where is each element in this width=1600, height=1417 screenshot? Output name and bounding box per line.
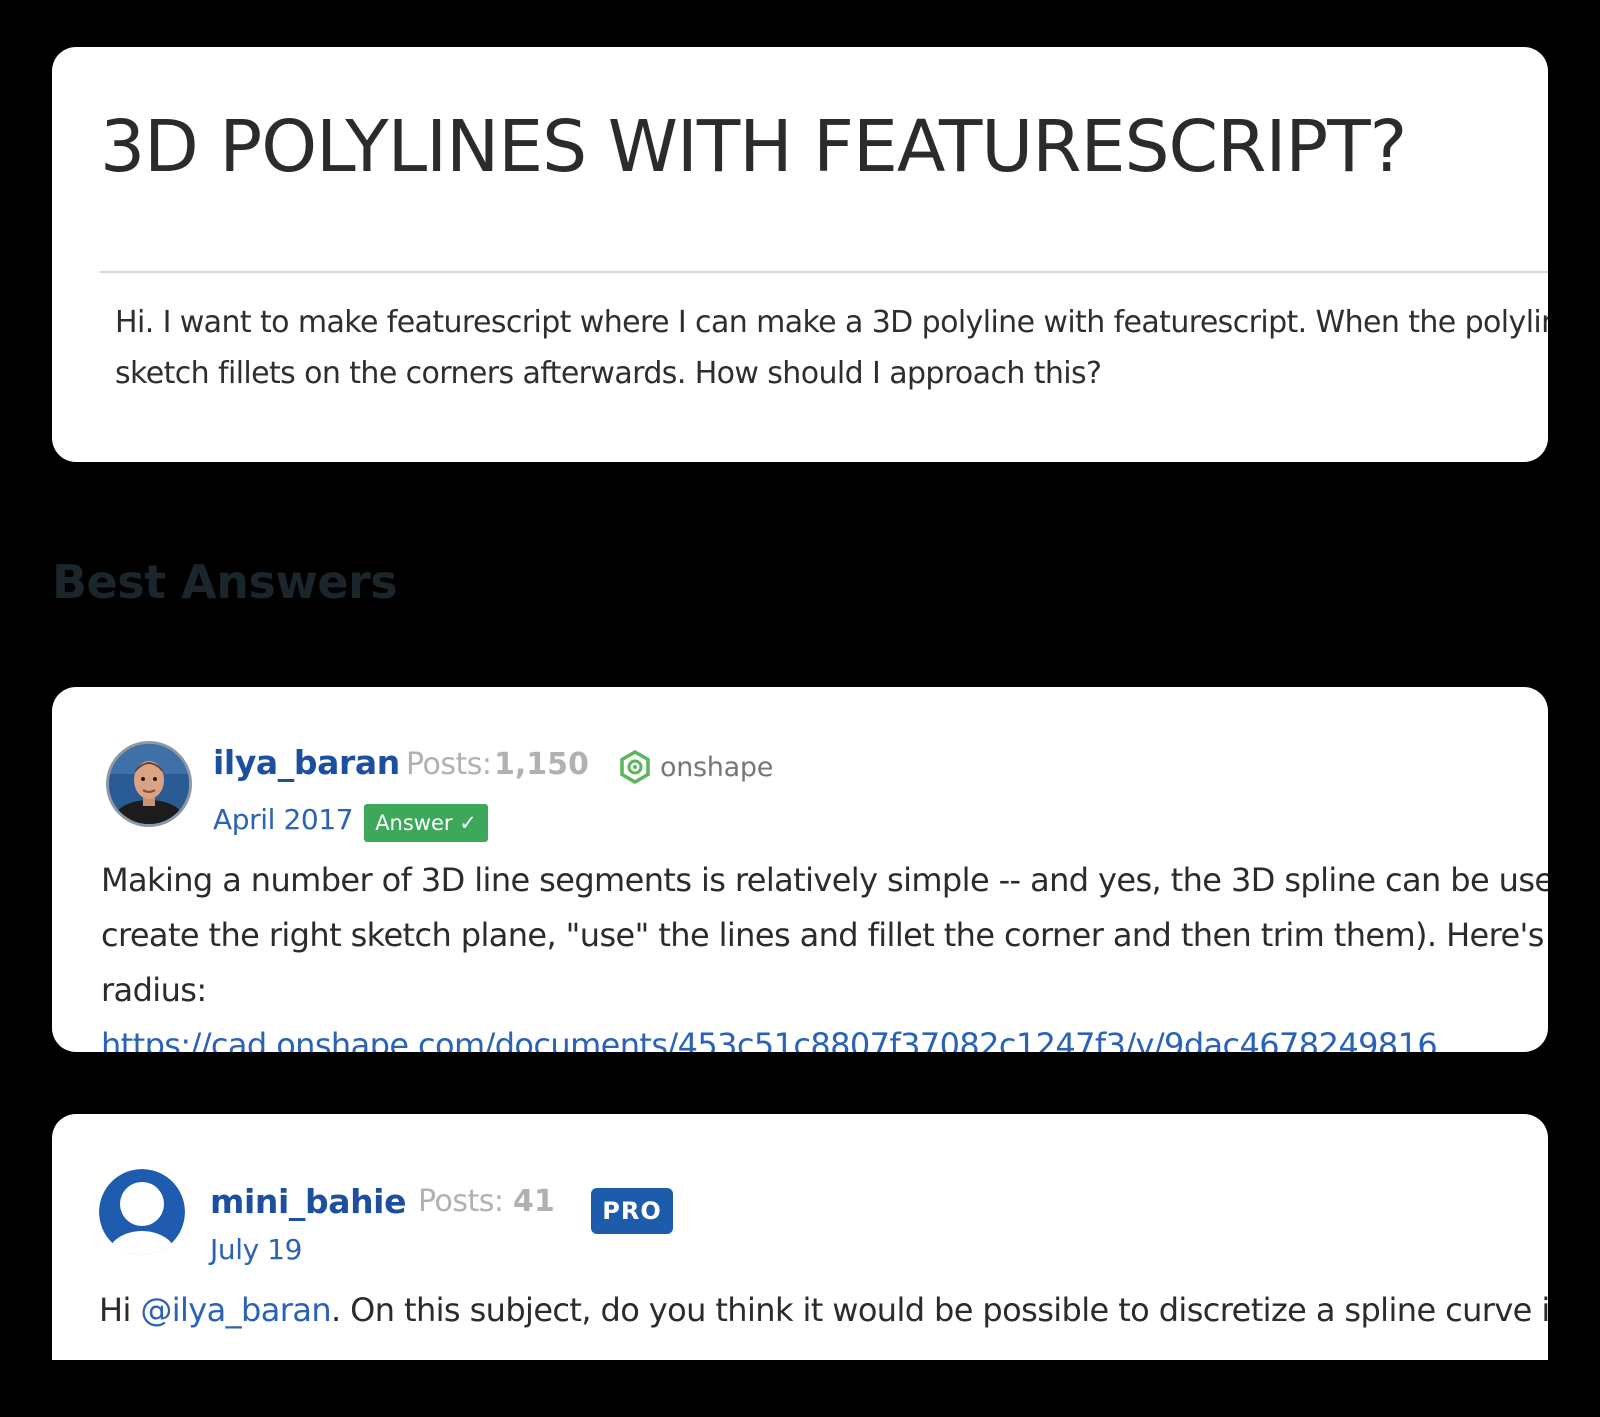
user-photo-avatar[interactable]	[106, 741, 192, 827]
answer-card: ilya_baran Posts: 1,150 onshape April 20…	[52, 687, 1548, 1052]
answer-body-line: Making a number of 3D line segments is r…	[101, 861, 1548, 899]
username-link[interactable]: mini_bahie	[210, 1182, 406, 1221]
user-photo-icon	[109, 744, 189, 824]
answer-card: mini_bahie Posts: 41 PRO July 19 Hi @ily…	[52, 1114, 1548, 1360]
title-divider	[100, 271, 1548, 273]
onshape-affiliation: onshape	[618, 749, 773, 785]
default-user-avatar-icon[interactable]	[99, 1169, 185, 1255]
best-answers-heading: Best Answers	[52, 555, 398, 609]
posts-count: 1,150	[494, 747, 589, 782]
question-body-line: Hi. I want to make featurescript where I…	[115, 305, 1548, 340]
answer-body-text: Hi	[99, 1291, 141, 1329]
answer-body-text: radius:	[101, 971, 207, 1009]
post-date-link[interactable]: April 2017	[213, 803, 354, 836]
answer-body: Hi @ilya_baran. On this subject, do you …	[99, 1291, 1548, 1329]
question-card: 3D POLYLINES WITH FEATURESCRIPT? Hi. I w…	[52, 47, 1548, 462]
answer-body-line: radius: https://cad.onshape.com/document…	[101, 963, 1548, 1052]
answer-body-line: create the right sketch plane, "use" the…	[101, 916, 1544, 954]
posts-count: 41	[513, 1184, 555, 1219]
answer-body: Making a number of 3D line segments is r…	[101, 853, 1548, 1052]
user-silhouette-icon	[99, 1169, 185, 1255]
accepted-answer-badge: Answer ✓	[364, 804, 488, 842]
post-date-link[interactable]: July 19	[210, 1233, 302, 1266]
posts-label: Posts:	[418, 1184, 504, 1219]
username-link[interactable]: ilya_baran	[213, 743, 400, 782]
user-mention-link[interactable]: @ilya_baran	[140, 1291, 331, 1329]
question-title: 3D POLYLINES WITH FEATURESCRIPT?	[100, 105, 1407, 188]
onshape-logo-icon	[620, 750, 650, 784]
answer-body-text: . On this subject, do you think it would…	[331, 1291, 1548, 1329]
posts-label: Posts:	[406, 747, 492, 782]
question-body: Hi. I want to make featurescript where I…	[115, 297, 1548, 399]
question-body-line: sketch fillets on the corners afterwards…	[115, 356, 1102, 391]
affiliation-label: onshape	[660, 751, 774, 783]
document-link[interactable]: https://cad.onshape.com/documents/453c51…	[101, 1018, 1548, 1052]
pro-badge: PRO	[591, 1188, 673, 1234]
